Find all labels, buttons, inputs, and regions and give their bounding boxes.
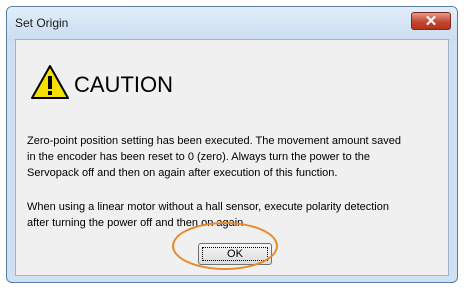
ok-button-label: OK xyxy=(227,248,243,260)
ok-button[interactable]: OK xyxy=(198,243,272,265)
message-line: Servopack off and then on again after ex… xyxy=(27,167,338,179)
close-button[interactable]: ✕ xyxy=(411,12,451,30)
note-text: When using a linear motor without a hall… xyxy=(27,199,447,231)
dialog-title: Set Origin xyxy=(15,16,69,30)
warning-triangle-icon xyxy=(31,65,69,99)
set-origin-dialog: Set Origin ✕ CAUTION Zero-point position… xyxy=(6,6,458,283)
message-line: in the encoder has been reset to 0 (zero… xyxy=(27,151,371,163)
title-bar[interactable]: Set Origin ✕ xyxy=(7,7,457,41)
note-line: When using a linear motor without a hall… xyxy=(27,201,389,213)
message-line: Zero-point position setting has been exe… xyxy=(27,135,402,147)
close-icon: ✕ xyxy=(424,13,438,30)
message-text: Zero-point position setting has been exe… xyxy=(27,133,447,181)
note-line: after turning the power off and then on … xyxy=(27,217,244,229)
dialog-content: CAUTION Zero-point position setting has … xyxy=(15,39,449,276)
caution-heading: CAUTION xyxy=(74,72,173,97)
